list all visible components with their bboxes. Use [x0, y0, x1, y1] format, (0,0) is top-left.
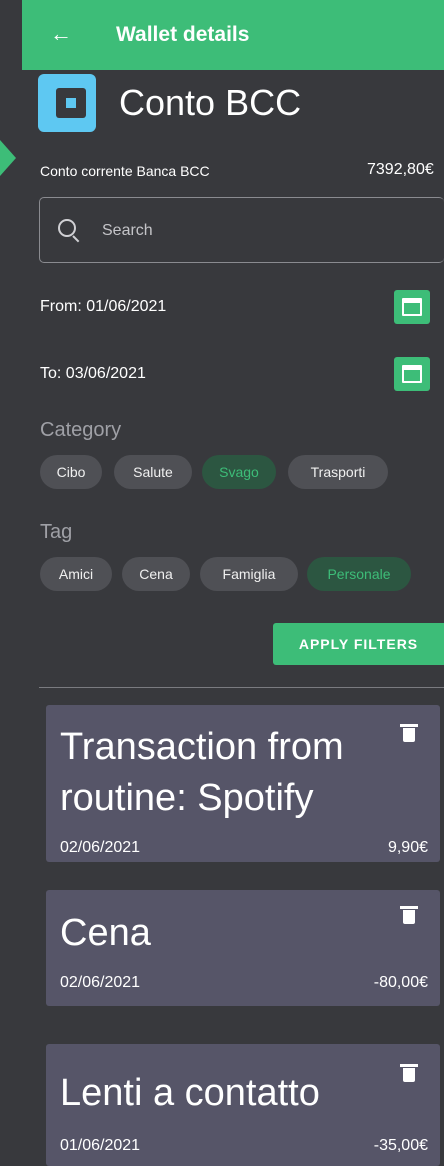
search-input[interactable]	[100, 218, 404, 244]
trash-icon[interactable]	[400, 906, 418, 924]
transaction-title: Cena	[60, 912, 151, 954]
transaction-amount: -80,00€	[373, 974, 428, 991]
category-title: Category	[40, 419, 122, 441]
transaction-card[interactable]: Transaction from routine: Spotify 02/06/…	[46, 705, 440, 862]
tag-title: Tag	[40, 521, 73, 543]
trash-icon[interactable]	[400, 724, 418, 742]
wallet-icon	[38, 74, 96, 132]
wallet-name: Conto BCC	[119, 82, 302, 123]
tag-chip[interactable]: Cena	[122, 557, 190, 591]
arrow-left-icon[interactable]: ←	[50, 22, 72, 46]
transaction-date: 02/06/2021	[60, 839, 141, 856]
tag-chip[interactable]: Famiglia	[200, 557, 298, 591]
from-date-label: From: 01/06/2021	[40, 298, 167, 315]
wallet-balance: 7392,80€	[367, 161, 434, 178]
to-date-button[interactable]	[394, 357, 430, 391]
category-chip[interactable]: Salute	[114, 455, 192, 489]
transaction-title: Lenti a contatto	[60, 1072, 320, 1114]
transaction-amount: 9,90€	[387, 839, 428, 856]
calendar-icon	[402, 298, 422, 316]
divider	[39, 687, 444, 688]
tag-chip[interactable]: Amici	[40, 557, 112, 591]
tag-chip[interactable]: Personale	[307, 557, 411, 591]
category-chip[interactable]: Trasporti	[288, 455, 388, 489]
trash-icon[interactable]	[400, 1064, 418, 1082]
wallet-description: Conto corrente Banca BCC	[40, 163, 210, 179]
search-icon	[58, 219, 76, 237]
category-chip[interactable]: Svago	[202, 455, 276, 489]
transaction-title: Transaction from	[60, 726, 344, 768]
transaction-amount: -35,00€	[373, 1137, 428, 1154]
transaction-card[interactable]: Lenti a contatto 01/06/2021 -35,00€	[46, 1044, 440, 1166]
category-chip[interactable]: Cibo	[40, 455, 102, 489]
transaction-date: 02/06/2021	[60, 974, 141, 991]
corner-arrow-icon	[0, 140, 16, 176]
transaction-title: routine: Spotify	[60, 777, 314, 819]
app-bar: ← Wallet details	[22, 0, 444, 70]
search-field[interactable]	[39, 197, 444, 263]
to-date-label: To: 03/06/2021	[40, 365, 146, 382]
transaction-card[interactable]: Cena 02/06/2021 -80,00€	[46, 890, 440, 1006]
transaction-date: 01/06/2021	[60, 1137, 141, 1154]
calendar-icon	[402, 365, 422, 383]
page-title: Wallet details	[116, 23, 250, 46]
apply-filters-button[interactable]: APPLY FILTERS	[273, 623, 444, 665]
from-date-button[interactable]	[394, 290, 430, 324]
